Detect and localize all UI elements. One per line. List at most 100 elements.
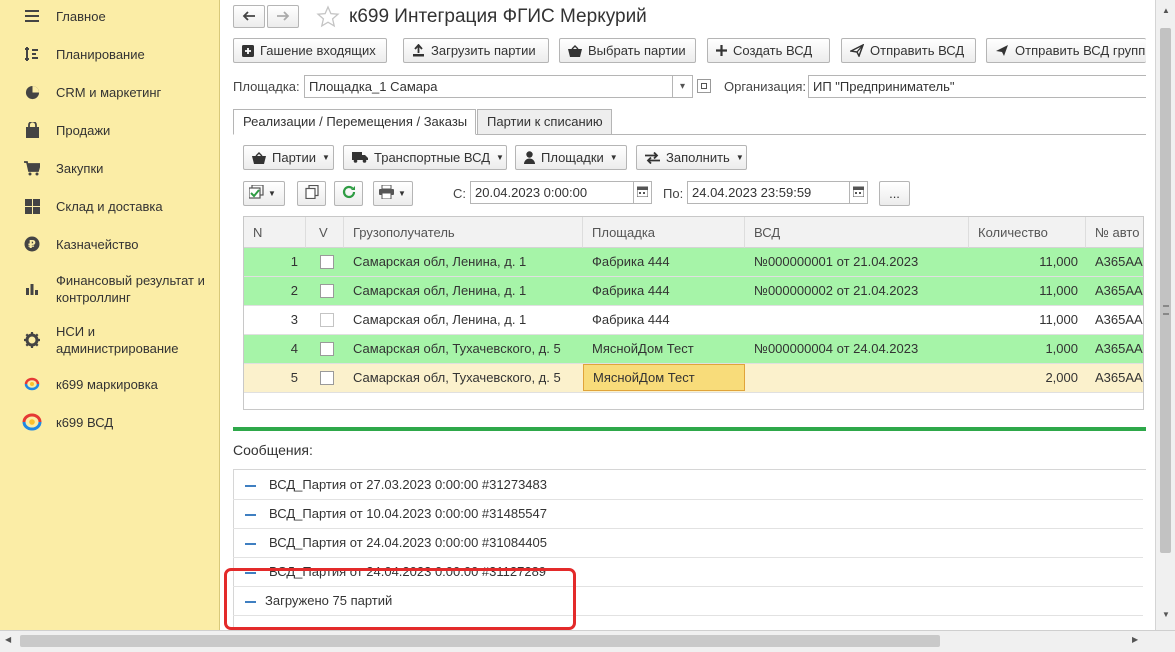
message-item[interactable]: ВСД_Партия от 27.03.2023 0:00:00 #312734… — [233, 471, 1143, 500]
auto-number-cell: А365АА... — [1095, 370, 1143, 385]
calendar-icon — [852, 186, 865, 200]
tab-sales-transfers-orders[interactable]: Реализации / Перемещения / Заказы — [233, 109, 476, 135]
sidebar: Главное Планирование CRM и маркетинг Про… — [0, 0, 220, 630]
forward-button[interactable] — [267, 5, 299, 28]
pie-chart-icon — [22, 82, 42, 102]
org-field[interactable]: ИП "Предприниматель" — [808, 75, 1146, 98]
site-cell-focused[interactable]: МяснойДом Тест — [583, 364, 745, 391]
quantity-cell: 11,000 — [1039, 283, 1078, 298]
table-row[interactable]: 5 Самарская обл, Тухачевского, д. 5 Мясн… — [244, 364, 1143, 393]
check-all-button[interactable]: ▼ — [243, 181, 285, 206]
scroll-grip-icon — [1163, 305, 1169, 315]
scroll-left-icon[interactable]: ◀ — [5, 635, 11, 644]
sidebar-item-warehouse[interactable]: Склад и доставка — [0, 194, 219, 218]
message-item[interactable]: ВСД_Партия от 10.04.2023 0:00:00 #314855… — [233, 500, 1143, 529]
scroll-down-icon[interactable]: ▼ — [1162, 610, 1170, 619]
open-site-button[interactable] — [697, 79, 711, 93]
back-button[interactable] — [233, 5, 265, 28]
splitter[interactable] — [233, 427, 1146, 431]
row-checkbox[interactable] — [320, 255, 334, 269]
row-checkbox[interactable] — [320, 313, 334, 327]
send-vsd-group-button[interactable]: Отправить ВСД групп — [986, 38, 1146, 63]
sidebar-item-purchases[interactable]: Закупки — [0, 156, 219, 180]
site-field[interactable]: Площадка_1 Самара — [304, 75, 693, 98]
sidebar-item-sales[interactable]: Продажи — [0, 118, 219, 142]
basket-icon — [252, 151, 266, 164]
column-header-n[interactable]: N — [244, 217, 306, 248]
chevron-down-icon: ▼ — [609, 153, 618, 162]
chevron-down-icon: ▼ — [735, 153, 744, 162]
column-header-v[interactable]: V — [306, 217, 344, 248]
row-number: 2 — [290, 283, 298, 298]
scroll-right-icon[interactable]: ▶ — [1132, 635, 1138, 644]
consignee-cell: Самарская обл, Ленина, д. 1 — [353, 283, 527, 298]
load-batches-label: Загрузить партии — [431, 43, 536, 58]
select-batches-button[interactable]: Выбрать партии — [559, 38, 696, 63]
message-text: ВСД_Партия от 24.04.2023 0:00:00 #310844… — [269, 535, 548, 550]
column-header-quantity[interactable]: Количество — [969, 217, 1086, 248]
row-checkbox[interactable] — [320, 284, 334, 298]
sidebar-item-main[interactable]: Главное — [0, 4, 219, 28]
sidebar-item-label: Закупки — [56, 160, 104, 176]
k699-logo-icon — [22, 374, 42, 394]
send-vsd-label: Отправить ВСД — [870, 43, 965, 58]
print-button[interactable]: ▼ — [373, 181, 413, 206]
sidebar-item-label: Планирование — [56, 46, 145, 62]
arrow-right-icon — [276, 9, 290, 24]
sites-menu-button[interactable]: Площадки ▼ — [515, 145, 627, 170]
copy-icon — [304, 184, 319, 202]
scroll-up-icon[interactable]: ▲ — [1162, 6, 1170, 15]
tab-batches-writeoff[interactable]: Партии к списанию — [477, 109, 612, 135]
period-from-calendar-button[interactable] — [633, 181, 652, 204]
period-more-button[interactable]: ... — [879, 181, 910, 206]
consignee-cell: Самарская обл, Ленина, д. 1 — [353, 254, 527, 269]
column-header-auto-number[interactable]: № авто — [1086, 217, 1143, 248]
load-batches-button[interactable]: Загрузить партии — [403, 38, 549, 63]
period-to-calendar-button[interactable] — [849, 181, 868, 204]
batches-menu-button[interactable]: Партии ▼ — [243, 145, 334, 170]
cancel-incoming-button[interactable]: Гашение входящих — [233, 38, 387, 63]
sidebar-item-treasury[interactable]: ₽ Казначейство — [0, 232, 219, 256]
auto-number-cell: А365АА... — [1095, 254, 1143, 269]
shopping-bag-icon — [22, 120, 42, 140]
row-checkbox[interactable] — [320, 371, 334, 385]
sidebar-item-finance[interactable]: Финансовый результат и контроллинг — [0, 270, 219, 308]
sidebar-item-k699-vsd[interactable]: к699 ВСД — [0, 410, 219, 434]
message-item[interactable]: ВСД_Партия от 24.04.2023 0:00:00 #310844… — [233, 529, 1143, 558]
auto-number-cell: А365АА... — [1095, 341, 1143, 356]
create-vsd-button[interactable]: Создать ВСД — [707, 38, 830, 63]
sidebar-item-k699-marking[interactable]: к699 маркировка — [0, 372, 219, 396]
refresh-button[interactable] — [334, 181, 363, 206]
table-row[interactable]: 4 Самарская обл, Тухачевского, д. 5 Мясн… — [244, 335, 1143, 364]
cart-icon — [22, 158, 42, 178]
table-row[interactable]: 1 Самарская обл, Ленина, д. 1 Фабрика 44… — [244, 248, 1143, 277]
vsd-cell: №000000001 от 21.04.2023 — [754, 254, 919, 269]
site-dropdown-button[interactable]: ▾ — [672, 75, 693, 98]
sidebar-item-nsi[interactable]: НСИ и администрирование — [0, 321, 219, 359]
period-to-field[interactable]: 24.04.2023 23:59:59 — [687, 181, 853, 204]
vertical-scrollbar[interactable]: ▲ ▼ — [1155, 0, 1175, 630]
chevron-down-icon: ▼ — [268, 189, 276, 198]
sidebar-item-planning[interactable]: Планирование — [0, 42, 219, 66]
transport-vsd-label: Транспортные ВСД — [374, 150, 491, 165]
scroll-thumb[interactable] — [20, 635, 940, 647]
horizontal-scrollbar[interactable]: ◀ ▶ — [0, 630, 1175, 652]
transport-vsd-button[interactable]: Транспортные ВСД ▼ — [343, 145, 507, 170]
row-checkbox[interactable] — [320, 342, 334, 356]
table-row[interactable]: 2 Самарская обл, Ленина, д. 1 Фабрика 44… — [244, 277, 1143, 306]
scroll-thumb[interactable] — [1160, 28, 1171, 553]
copy-button[interactable] — [297, 181, 326, 206]
fill-menu-button[interactable]: Заполнить ▼ — [636, 145, 747, 170]
sidebar-item-crm[interactable]: CRM и маркетинг — [0, 80, 219, 104]
site-cell: Фабрика 444 — [592, 312, 670, 327]
star-icon[interactable] — [316, 5, 340, 29]
column-header-site[interactable]: Площадка — [583, 217, 745, 248]
row-number: 3 — [290, 312, 298, 327]
period-from-field[interactable]: 20.04.2023 0:00:00 — [470, 181, 636, 204]
svg-text:₽: ₽ — [28, 238, 36, 251]
cancel-incoming-label: Гашение входящих — [260, 43, 376, 58]
column-header-consignee[interactable]: Грузополучатель — [344, 217, 583, 248]
column-header-vsd[interactable]: ВСД — [745, 217, 969, 248]
send-vsd-button[interactable]: Отправить ВСД — [841, 38, 976, 63]
table-row[interactable]: 3 Самарская обл, Ленина, д. 1 Фабрика 44… — [244, 306, 1143, 335]
